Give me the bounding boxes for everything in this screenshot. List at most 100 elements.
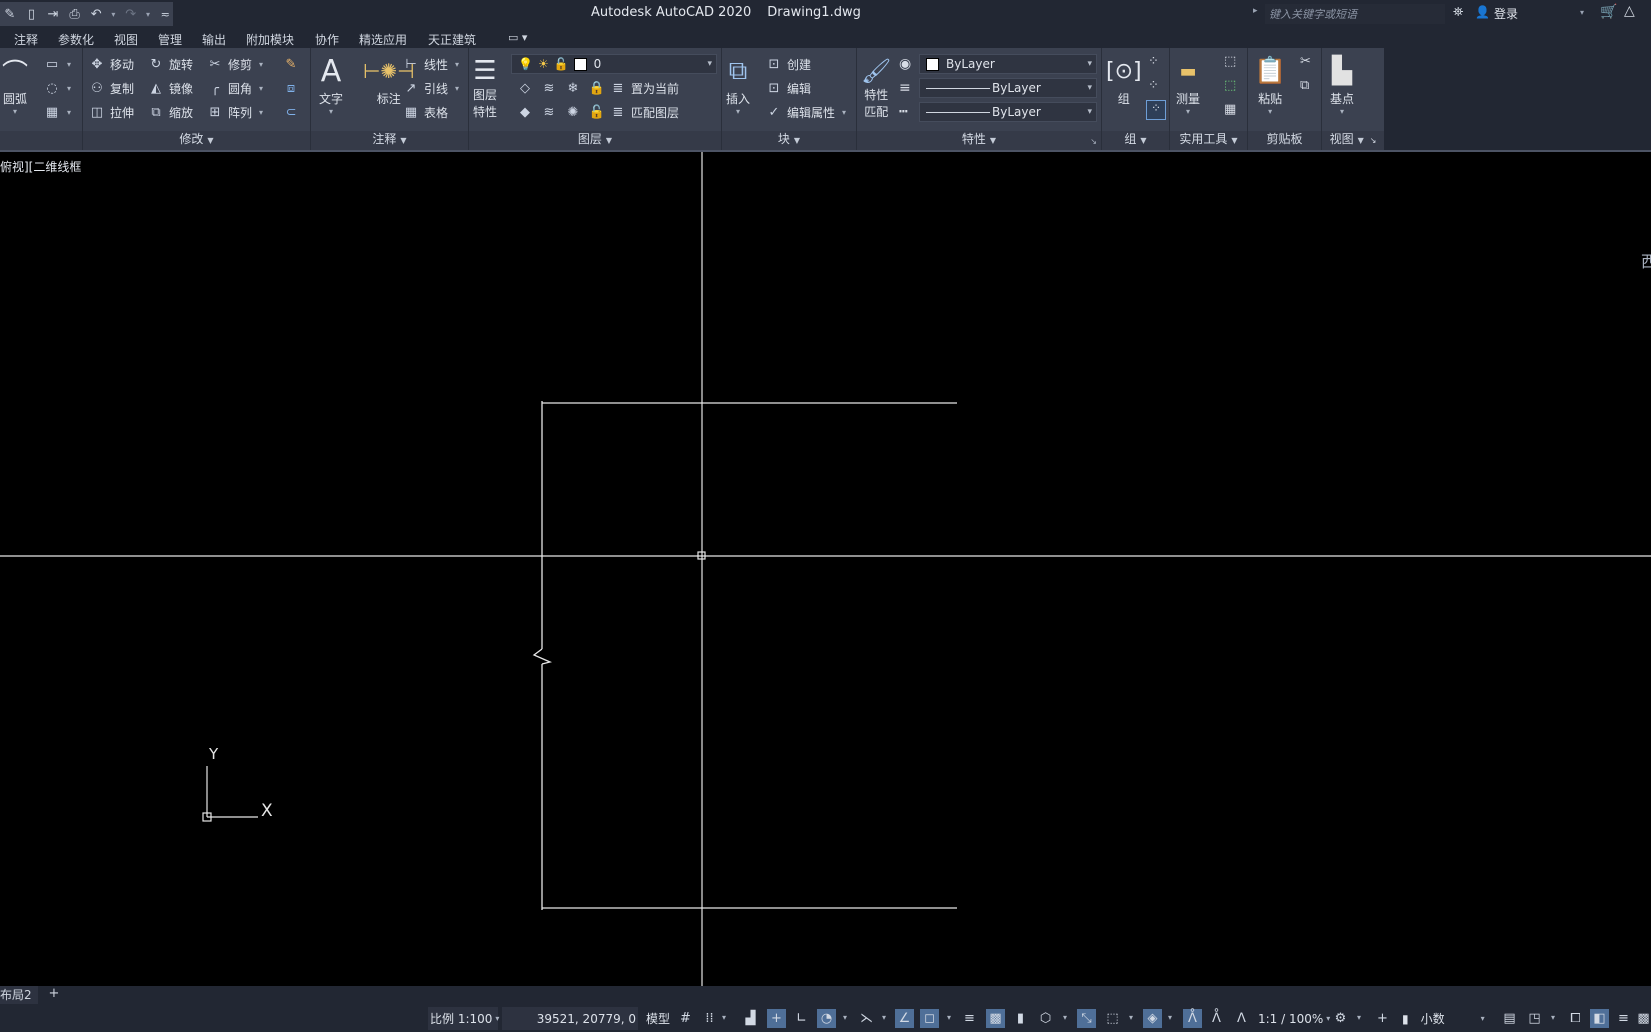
- arc-dropdown-icon[interactable]: ▾: [13, 107, 17, 116]
- add-layout-button[interactable]: +: [46, 986, 62, 1004]
- edit-block-button[interactable]: ⊡ 编辑: [766, 80, 811, 97]
- selection-filter-icon[interactable]: ⬚: [1103, 1009, 1122, 1028]
- ribbon-minimize-icon[interactable]: ▭ ▾: [508, 31, 527, 44]
- layer-freeze-icon[interactable]: ❄: [565, 80, 581, 96]
- explode-button[interactable]: ⧈: [283, 80, 299, 96]
- coordinates-readout[interactable]: 39521, 20779, 0: [502, 1007, 638, 1030]
- panel-groups-title[interactable]: 组 ▼: [1102, 130, 1169, 147]
- rectangle-button[interactable]: ▭ ▾: [44, 56, 71, 72]
- trim-button[interactable]: ✂ 修剪 ▾: [207, 56, 263, 73]
- binoculars-icon[interactable]: ⛯: [1453, 5, 1463, 20]
- set-current-button[interactable]: ≣ 置为当前: [610, 80, 679, 97]
- array-button[interactable]: ⊞ 阵列 ▾: [207, 104, 263, 121]
- group-button[interactable]: [⊙] 组: [1106, 52, 1142, 107]
- customize-icon[interactable]: ≂: [157, 5, 173, 23]
- tab-addins[interactable]: 附加模块: [246, 31, 294, 48]
- panel-annotation-title[interactable]: 注释 ▼: [311, 130, 468, 147]
- select-all-icon[interactable]: ⬚: [1224, 78, 1236, 93]
- offset-button[interactable]: ⊂: [283, 104, 299, 120]
- match-layer-button[interactable]: ≣ 匹配图层: [610, 104, 679, 121]
- view-launcher-icon[interactable]: ↘: [1370, 136, 1377, 145]
- leader-button[interactable]: ↗ 引线 ▾: [403, 80, 459, 97]
- insert-button[interactable]: ⧉ 插入 ▾: [726, 52, 750, 117]
- annotation-scale-icon[interactable]: ᐱ: [1232, 1009, 1251, 1028]
- open-icon[interactable]: ▯: [24, 5, 40, 23]
- autodesk-app-icon[interactable]: △: [1624, 3, 1635, 19]
- tab-parametric[interactable]: 参数化: [58, 31, 94, 48]
- tab-manage[interactable]: 管理: [158, 31, 182, 48]
- print-icon[interactable]: ⎙: [67, 5, 83, 23]
- tab-output[interactable]: 输出: [202, 31, 226, 48]
- scale-button[interactable]: ⧉ 缩放: [148, 104, 193, 121]
- redo-icon[interactable]: ↷: [123, 5, 139, 23]
- mirror-button[interactable]: ◭ 镜像: [148, 80, 193, 97]
- ellipse-button[interactable]: ◌ ▾: [44, 80, 71, 96]
- snap-icon[interactable]: ⁞⁞: [700, 1009, 719, 1028]
- lineweight-dropdown[interactable]: ByLayer ▾: [919, 78, 1097, 98]
- break-symbol[interactable]: [532, 648, 553, 665]
- layout-tab-2[interactable]: 布局2: [0, 986, 38, 1004]
- base-point-button[interactable]: ▙ 基点 ▾: [1330, 52, 1354, 116]
- panel-properties-title[interactable]: 特性 ▼: [857, 130, 1101, 147]
- layer-lock-icon[interactable]: 🔒: [589, 80, 605, 96]
- model-space-button[interactable]: 模型: [642, 1007, 672, 1030]
- layer-dropdown[interactable]: 💡 ☀ 🔓 0 ▾: [511, 54, 717, 74]
- lineweight-display-icon[interactable]: ≡: [960, 1009, 979, 1028]
- tab-featured-apps[interactable]: 精选应用: [359, 31, 407, 48]
- cut-icon[interactable]: ✂: [1300, 54, 1311, 69]
- text-button[interactable]: A 文字 ▾: [319, 52, 343, 117]
- layer-unisolate-icon[interactable]: ◆: [517, 104, 533, 120]
- annotation-monitor-icon[interactable]: +: [1373, 1009, 1392, 1028]
- panel-view-title[interactable]: 视图 ▼ ↘: [1322, 130, 1384, 147]
- dynamic-ucs-icon[interactable]: ⤡: [1077, 1009, 1096, 1028]
- customization-icon[interactable]: ▩: [1636, 1009, 1651, 1028]
- transparency-icon[interactable]: ▩: [986, 1009, 1005, 1028]
- panel-layers-title[interactable]: 图层 ▼: [469, 130, 721, 147]
- erase-button[interactable]: ✎: [283, 56, 299, 72]
- edit-attributes-button[interactable]: ✓ 编辑属性 ▾: [766, 104, 846, 121]
- tab-view[interactable]: 视图: [114, 31, 138, 48]
- calculator-icon[interactable]: ▦: [1224, 102, 1236, 117]
- annotation-visibility-icon[interactable]: ᐰ: [1183, 1009, 1202, 1028]
- workspace-gear-icon[interactable]: ⚙: [1331, 1009, 1350, 1028]
- auto-scale-icon[interactable]: ᐰ: [1207, 1009, 1226, 1028]
- hardware-acceleration-icon[interactable]: ◧: [1590, 1009, 1609, 1028]
- stretch-button[interactable]: ◫ 拉伸: [89, 104, 134, 121]
- linear-dim-button[interactable]: ⊢ 线性 ▾: [403, 56, 459, 73]
- export-icon[interactable]: ⇥: [45, 5, 61, 23]
- undo-dropdown-icon[interactable]: ▾: [110, 5, 117, 23]
- isodraft-icon[interactable]: ⋋: [857, 1009, 876, 1028]
- isolate-objects-icon[interactable]: ⧠: [1566, 1009, 1585, 1028]
- copy-clip-icon[interactable]: ⧉: [1300, 78, 1309, 93]
- drawing-viewport[interactable]: 俯视][二维线框 西 Y X: [0, 150, 1651, 988]
- quick-select-icon[interactable]: ⬚: [1224, 54, 1236, 69]
- hatch-button[interactable]: ▦ ▾: [44, 104, 71, 120]
- object-snap-tracking-icon[interactable]: ∠: [895, 1009, 914, 1028]
- 3d-osnap-icon[interactable]: ⬡: [1036, 1009, 1055, 1028]
- cart-icon[interactable]: 🛒: [1600, 4, 1617, 20]
- units-dropdown[interactable]: ▮ 小数 ▾: [1402, 1007, 1498, 1030]
- tab-tangent[interactable]: 天正建筑: [428, 31, 476, 48]
- search-expand-icon[interactable]: ▸: [1253, 6, 1263, 16]
- properties-launcher-icon[interactable]: ↘: [1090, 137, 1097, 146]
- object-snap-icon[interactable]: ◻: [920, 1009, 939, 1028]
- tab-annotate[interactable]: 注释: [14, 31, 38, 48]
- layer-unlock-icon[interactable]: 🔓: [589, 104, 605, 120]
- redo-dropdown-icon[interactable]: ▾: [144, 5, 151, 23]
- layer-match-icon[interactable]: ≋: [541, 80, 557, 96]
- panel-utilities-title[interactable]: 实用工具 ▼: [1170, 130, 1247, 147]
- layer-properties-button[interactable]: ☰ 图层 特性: [473, 52, 497, 120]
- selection-cycling-icon[interactable]: ▮: [1011, 1009, 1030, 1028]
- color-dropdown[interactable]: ByLayer ▾: [919, 54, 1097, 74]
- copy-button[interactable]: ⚇ 复制: [89, 80, 134, 97]
- layer-thaw-icon[interactable]: ✺: [565, 104, 581, 120]
- quick-properties-icon[interactable]: ▤: [1500, 1009, 1519, 1028]
- grid-icon[interactable]: #: [676, 1009, 695, 1028]
- scale-dropdown[interactable]: 比例 1:100 ▾: [428, 1007, 499, 1030]
- group-edit-icon[interactable]: ⁘: [1148, 78, 1159, 93]
- paste-button[interactable]: 📋 粘贴 ▾: [1254, 52, 1286, 116]
- move-button[interactable]: ✥ 移动: [89, 56, 134, 73]
- match-properties-button[interactable]: 🖌 特性 匹配: [861, 52, 891, 120]
- layer-previous-icon[interactable]: ≋: [541, 104, 557, 120]
- annotation-scale-dropdown[interactable]: 1:1 / 100% ▾: [1258, 1007, 1330, 1030]
